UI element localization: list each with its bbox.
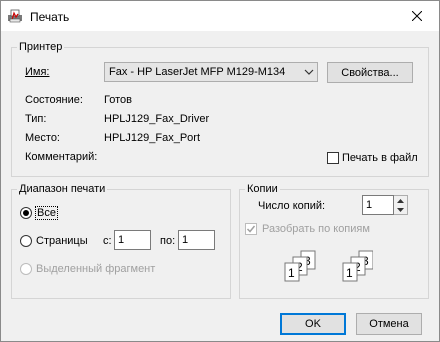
print-to-file-label[interactable]: Печать в файл [342,152,418,164]
collate-pages-icon: 3 2 1 3 2 1 [277,249,374,285]
range-from-input[interactable]: 1 [114,230,151,250]
collate-digit: 1 [288,266,295,280]
title-bar: Печать [1,1,439,31]
type-label: Тип: [25,113,47,125]
print-range-legend: Диапазон печати [19,183,106,195]
range-pages-radio[interactable] [20,235,32,247]
spin-up-icon[interactable] [394,196,407,205]
copies-count-label: Число копий: [258,200,326,212]
print-to-file-checkbox[interactable] [327,152,339,164]
close-icon [412,11,422,21]
range-selection-radio[interactable] [20,263,32,275]
status-label: Состояние: [25,94,83,106]
range-all-label[interactable]: Все [35,206,58,220]
spin-down-icon[interactable] [394,205,407,214]
collate-digit: 1 [346,266,353,280]
status-value: Готов [104,94,132,106]
ok-button[interactable]: OK [280,313,346,335]
printer-name-combo[interactable]: Fax - HP LaserJet MFP M129-M134 [104,62,318,82]
range-selection-label[interactable]: Выделенный фрагмент [36,263,155,275]
collate-checkbox[interactable] [245,223,257,235]
range-all-radio[interactable] [20,207,32,219]
printer-group-legend: Принтер [19,41,63,53]
range-to-input[interactable]: 1 [178,230,215,250]
printer-name-value: Fax - HP LaserJet MFP M129-M134 [109,66,286,78]
chevron-down-icon [304,69,314,75]
location-value: HPLJ129_Fax_Port [104,132,200,144]
range-to-label: по: [160,235,176,247]
properties-button[interactable]: Свойства... [327,62,413,83]
type-value: HPLJ129_Fax_Driver [104,113,210,125]
print-dialog: Печать Принтер Имя: Fax - HP LaserJet MF… [0,0,440,342]
window-title: Печать [30,10,70,24]
printer-name-label: Имя: [25,66,50,78]
close-button[interactable] [395,1,439,31]
copies-spinner[interactable] [394,195,408,215]
range-from-label: с: [103,235,112,247]
comment-label: Комментарий: [25,151,98,163]
cancel-button[interactable]: Отмена [356,313,422,335]
range-pages-label[interactable]: Страницы [36,235,88,247]
checkmark-icon [246,225,256,233]
copies-count-input[interactable]: 1 [362,195,394,215]
location-label: Место: [25,132,60,144]
printer-app-icon [8,9,22,23]
collate-label[interactable]: Разобрать по копиям [262,223,370,235]
copies-legend: Копии [247,183,278,195]
